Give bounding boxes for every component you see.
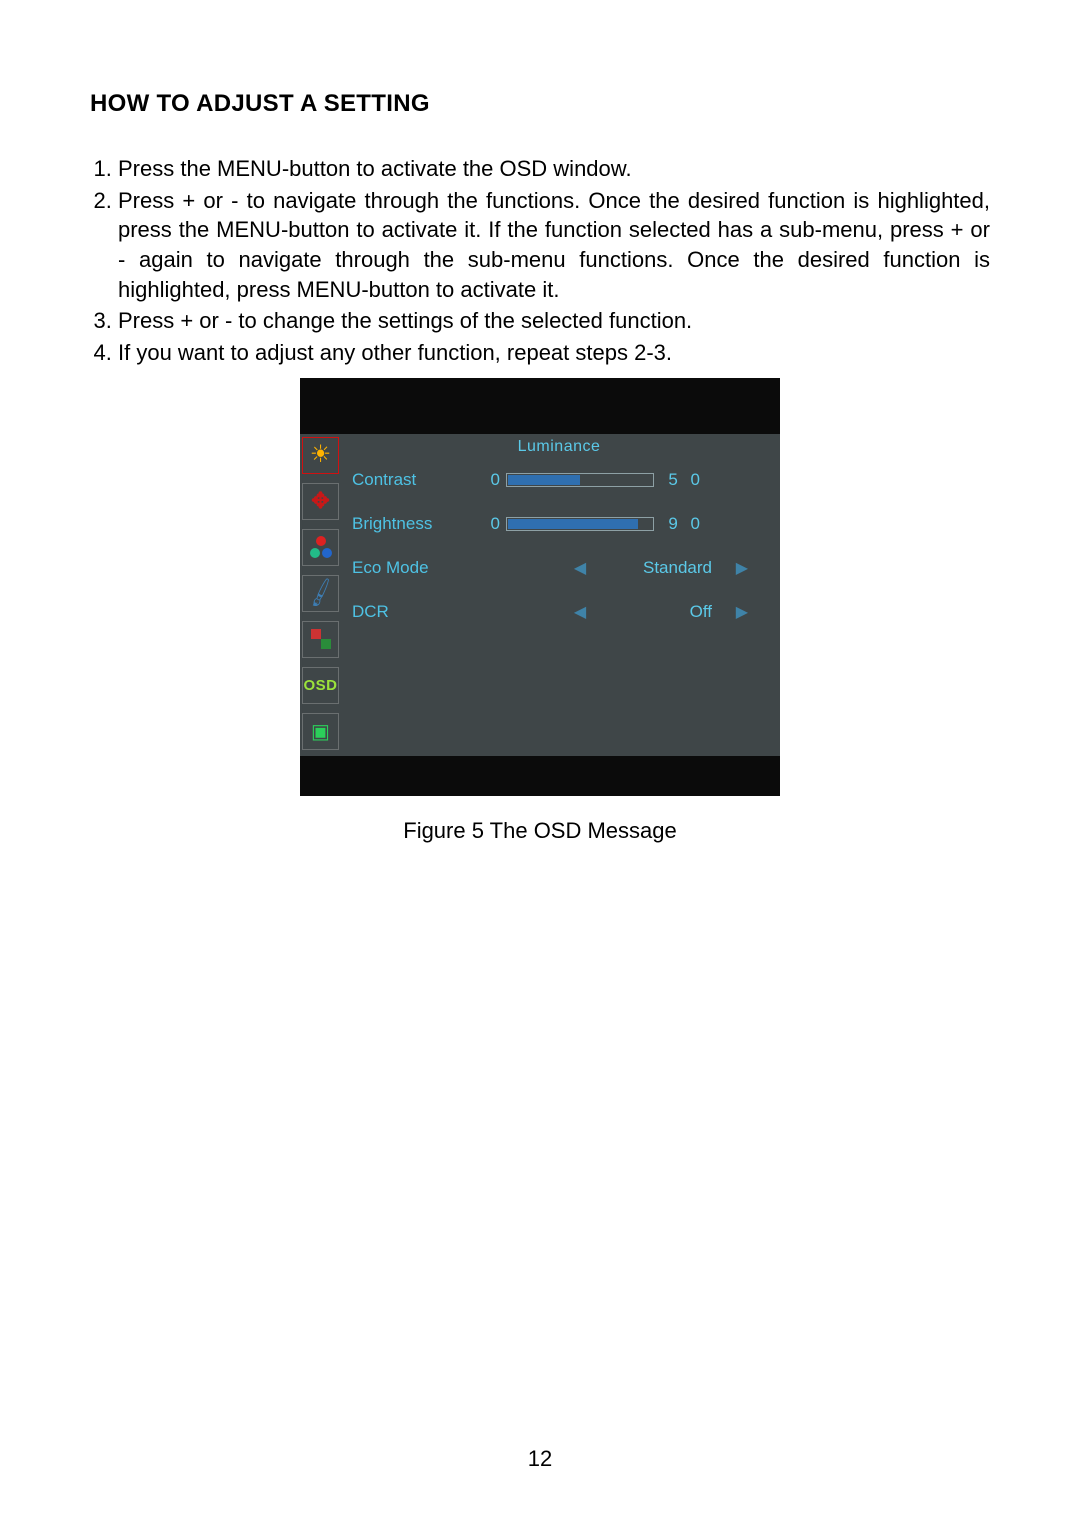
brightness-value: 9 0 [654, 514, 704, 534]
document-page: HOW TO ADJUST A SETTING Press the MENU-b… [0, 0, 1080, 1532]
instruction-list: Press the MENU-button to activate the OS… [90, 154, 990, 368]
section-heading: HOW TO ADJUST A SETTING [90, 90, 990, 118]
move-icon: ✥ [311, 490, 329, 512]
color-temp-icon[interactable] [302, 529, 339, 566]
osd-body: ☀ ✥ 🖌 OSD ▣ Luminance Contrast 0 5 0 [300, 434, 780, 756]
rgb-icon [310, 536, 332, 558]
luminance-icon[interactable]: ☀ [302, 437, 339, 474]
instruction-item: If you want to adjust any other function… [118, 338, 990, 368]
osd-window: ☀ ✥ 🖌 OSD ▣ Luminance Contrast 0 5 0 [300, 378, 780, 796]
instruction-item: Press + or - to navigate through the fun… [118, 186, 990, 305]
image-setup-icon[interactable]: ✥ [302, 483, 339, 520]
eco-mode-row[interactable]: Eco Mode ◀ Standard ▶ [352, 546, 766, 590]
page-number: 12 [90, 1446, 990, 1472]
figure-caption: Figure 5 The OSD Message [90, 818, 990, 844]
osd-top-bar [300, 378, 780, 434]
left-arrow-icon[interactable]: ◀ [568, 558, 592, 578]
brightness-bar[interactable] [506, 517, 654, 531]
osd-panel: Luminance Contrast 0 5 0 Brightness 0 9 … [340, 434, 780, 756]
contrast-label: Contrast [352, 470, 474, 490]
osd-setup-icon[interactable] [302, 621, 339, 658]
extra-icon[interactable]: ▣ [302, 713, 339, 750]
osd-label-icon[interactable]: OSD [302, 667, 339, 704]
brightness-min: 0 [474, 514, 506, 534]
figure: ☀ ✥ 🖌 OSD ▣ Luminance Contrast 0 5 0 [90, 378, 990, 844]
eco-mode-value: Standard [592, 558, 714, 578]
left-arrow-icon[interactable]: ◀ [568, 602, 592, 622]
osd-sidebar: ☀ ✥ 🖌 OSD ▣ [300, 434, 340, 756]
instruction-item: Press + or - to change the settings of t… [118, 306, 990, 336]
instruction-item: Press the MENU-button to activate the OS… [118, 154, 990, 184]
brightness-fill [508, 519, 638, 529]
contrast-fill [508, 475, 580, 485]
sun-icon: ☀ [310, 443, 332, 467]
contrast-bar[interactable] [506, 473, 654, 487]
blocks-icon [311, 629, 331, 649]
picture-boost-icon[interactable]: 🖌 [302, 575, 339, 612]
dcr-value: Off [592, 602, 714, 622]
contrast-row[interactable]: Contrast 0 5 0 [352, 458, 766, 502]
wrench-icon: 🖌 [303, 576, 338, 610]
brightness-label: Brightness [352, 514, 474, 534]
dcr-row[interactable]: DCR ◀ Off ▶ [352, 590, 766, 634]
osd-panel-title: Luminance [352, 438, 766, 456]
brightness-row[interactable]: Brightness 0 9 0 [352, 502, 766, 546]
right-arrow-icon[interactable]: ▶ [714, 558, 748, 578]
osd-bottom-bar [300, 756, 780, 796]
eco-mode-label: Eco Mode [352, 558, 474, 578]
right-arrow-icon[interactable]: ▶ [714, 602, 748, 622]
contrast-value: 5 0 [654, 470, 704, 490]
osd-text-icon: OSD [303, 677, 337, 694]
screen-icon: ▣ [311, 719, 330, 744]
dcr-label: DCR [352, 602, 474, 622]
osd-panel-spacer [352, 634, 766, 744]
contrast-min: 0 [474, 470, 506, 490]
